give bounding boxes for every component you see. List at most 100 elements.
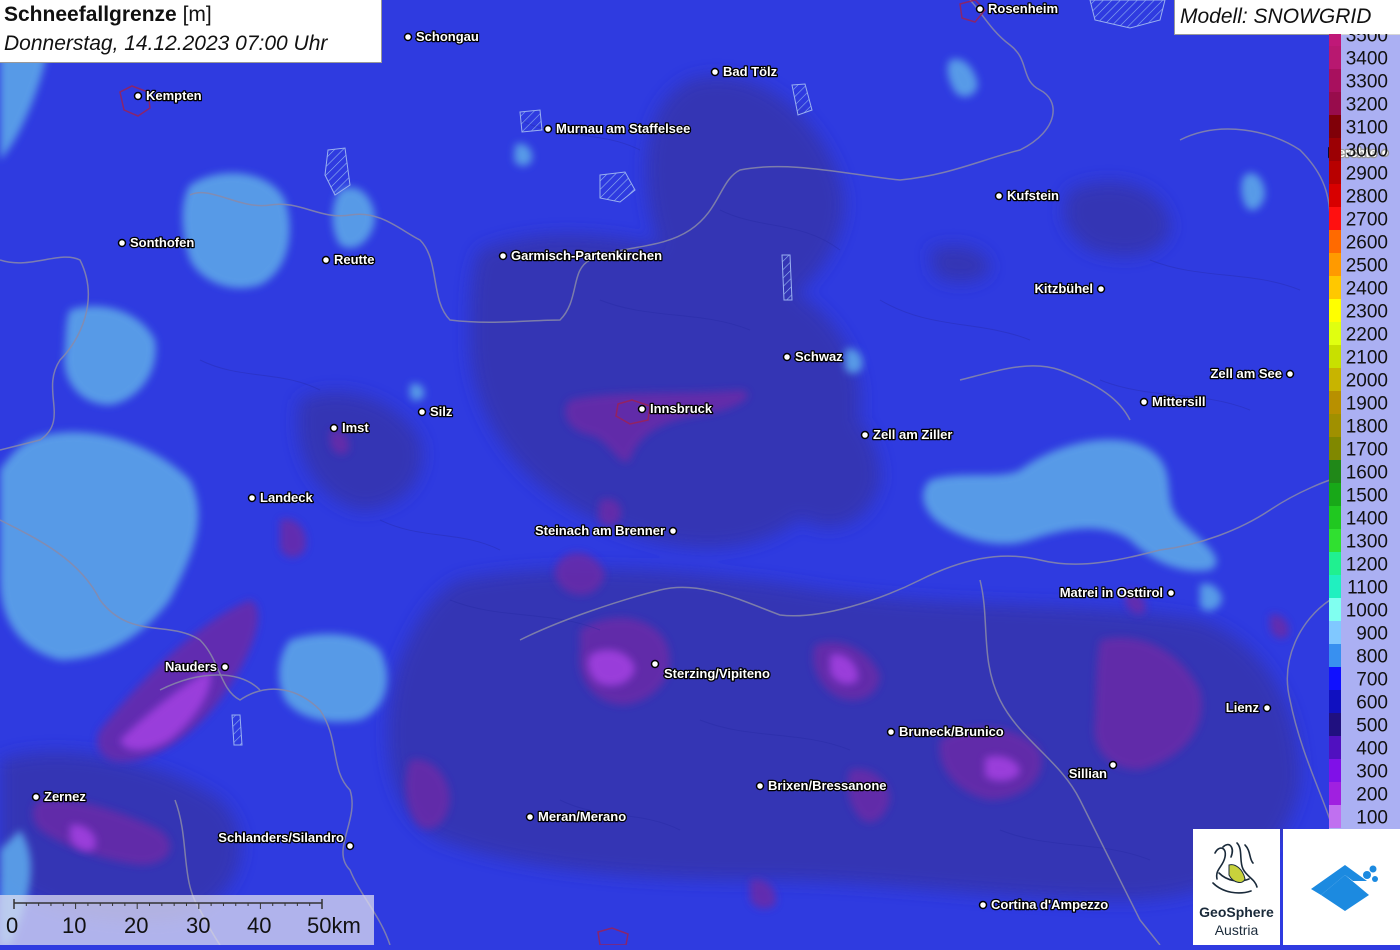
legend-swatch [1329, 713, 1341, 736]
place-dot-icon [247, 493, 257, 503]
place-label: Landeck [260, 490, 314, 505]
place-dot-icon [525, 812, 535, 822]
legend-swatch [1329, 34, 1341, 46]
color-legend: 3500 3400 3300 3200 3100 3000 2900 2800 2700 2600… [1329, 34, 1400, 834]
legend-label: 1600 [1346, 463, 1388, 484]
place-steinach-am-brenner[interactable]: Steinach am Brenner [534, 522, 678, 539]
model-box: Modell: SNOWGRID [1174, 0, 1400, 35]
legend-label: 1800 [1346, 417, 1388, 438]
place-garmisch-partenkirchen[interactable]: Garmisch-Partenkirchen [498, 247, 663, 264]
legend-label: 1100 [1347, 578, 1388, 599]
scale-label-20: 20 [124, 913, 149, 938]
legend-swatch [1329, 161, 1341, 184]
legend-label: 1500 [1346, 486, 1388, 507]
place-brixen-bressanone[interactable]: Brixen/Bressanone [755, 777, 888, 794]
place-dot-icon [1285, 369, 1295, 379]
legend-swatch [1329, 552, 1341, 575]
place-label: Kitzbühel [1035, 281, 1094, 296]
place-dot-icon [403, 32, 413, 42]
place-label: Schlanders/Silandro [218, 830, 344, 845]
place-label: Imst [342, 420, 369, 435]
legend-swatch [1329, 529, 1341, 552]
place-dot-icon [329, 423, 339, 433]
place-label: Murnau am Staffelsee [556, 121, 690, 136]
place-matrei-in-osttirol[interactable]: Matrei in Osttirol [1058, 584, 1176, 601]
place-label: Meran/Merano [538, 809, 626, 824]
legend-swatch [1329, 805, 1341, 828]
legend-label: 2900 [1346, 164, 1388, 185]
place-label: Cortina d'Ampezzo [991, 897, 1108, 912]
legend-swatch [1329, 322, 1341, 345]
legend-label: 1400 [1346, 509, 1388, 530]
legend-swatch [1329, 598, 1341, 621]
place-dot-icon [31, 792, 41, 802]
place-label: Bad Tölz [723, 64, 778, 79]
legend-swatch [1329, 138, 1341, 161]
place-rosenheim[interactable]: Rosenheim [975, 0, 1059, 17]
legend-label: 3100 [1346, 118, 1388, 139]
place-innsbruck[interactable]: Innsbruck [637, 400, 714, 417]
geosphere-logo[interactable]: GeoSphere Austria [1193, 829, 1280, 945]
legend-swatch [1329, 345, 1341, 368]
place-zell-am-see[interactable]: Zell am See [1209, 365, 1295, 382]
legend-label: 2300 [1346, 302, 1388, 323]
legend-label: 600 [1356, 693, 1388, 714]
place-dot-icon [117, 238, 127, 248]
legend-label: 100 [1356, 808, 1388, 829]
place-zell-am-ziller[interactable]: Zell am Ziller [860, 426, 954, 443]
place-bruneck-brunico[interactable]: Bruneck/Brunico [886, 723, 1005, 740]
legend-label: 200 [1356, 785, 1388, 806]
place-schongau[interactable]: Schongau [403, 28, 480, 45]
place-dot-icon [860, 430, 870, 440]
place-dot-icon [755, 781, 765, 791]
place-dot-icon [1096, 284, 1106, 294]
model-label: Modell: SNOWGRID [1180, 5, 1372, 28]
geosphere-swirl-icon [1212, 842, 1258, 894]
place-dot-icon [637, 404, 647, 414]
place-label: Mittersill [1152, 394, 1205, 409]
place-dot-icon [1139, 397, 1149, 407]
legend-label: 3200 [1346, 95, 1388, 116]
place-dot-icon [886, 727, 896, 737]
place-label: Rosenheim [988, 1, 1058, 16]
place-dot-icon [220, 662, 230, 672]
app-logo[interactable] [1283, 829, 1400, 945]
place-dot-icon [1262, 703, 1272, 713]
place-label: Zell am Ziller [873, 427, 952, 442]
legend-swatch [1329, 115, 1341, 138]
place-label: Zernez [44, 789, 86, 804]
place-label: Lienz [1226, 700, 1260, 715]
legend-swatch [1329, 414, 1341, 437]
place-label: Sillian [1069, 766, 1107, 781]
legend-swatch [1329, 46, 1341, 69]
place-label: Reutte [334, 252, 374, 267]
place-label: Nauders [165, 659, 217, 674]
mountain-snow-logo-icon [1311, 865, 1378, 911]
place-meran-merano[interactable]: Meran/Merano [525, 808, 627, 825]
legend-swatch [1329, 690, 1341, 713]
legend-label: 3400 [1346, 49, 1388, 70]
place-label: Sonthofen [130, 235, 194, 250]
legend-swatch [1329, 575, 1341, 598]
legend-swatch [1329, 207, 1341, 230]
legend-swatch [1329, 621, 1341, 644]
scale-label-50km: 50km [307, 913, 361, 938]
place-label: Bruneck/Brunico [899, 724, 1004, 739]
scale-label-40: 40 [247, 913, 272, 938]
place-label: Steinach am Brenner [535, 523, 665, 538]
legend-label: 900 [1356, 624, 1388, 645]
place-dot-icon [345, 841, 355, 851]
place-murnau-am-staffelsee[interactable]: Murnau am Staffelsee [543, 120, 692, 137]
snow-line-map[interactable]: Rosenheim Schongau Kempten Bad Tölz Murnau a… [0, 0, 1400, 945]
legend-swatch [1329, 483, 1341, 506]
place-label: Brixen/Bressanone [768, 778, 887, 793]
map-title-box: Schneefallgrenze [m] Donnerstag, 14.12.2… [0, 0, 382, 63]
legend-label: 1200 [1346, 555, 1388, 576]
legend-label: 1300 [1346, 532, 1388, 553]
map-datetime: Donnerstag, 14.12.2023 07:00 Uhr [4, 32, 328, 55]
place-dot-icon [417, 407, 427, 417]
place-sonthofen[interactable]: Sonthofen [117, 234, 196, 251]
legend-swatch [1329, 782, 1341, 805]
place-cortina-d-ampezzo[interactable]: Cortina d'Ampezzo [978, 896, 1110, 913]
place-dot-icon [975, 4, 985, 14]
